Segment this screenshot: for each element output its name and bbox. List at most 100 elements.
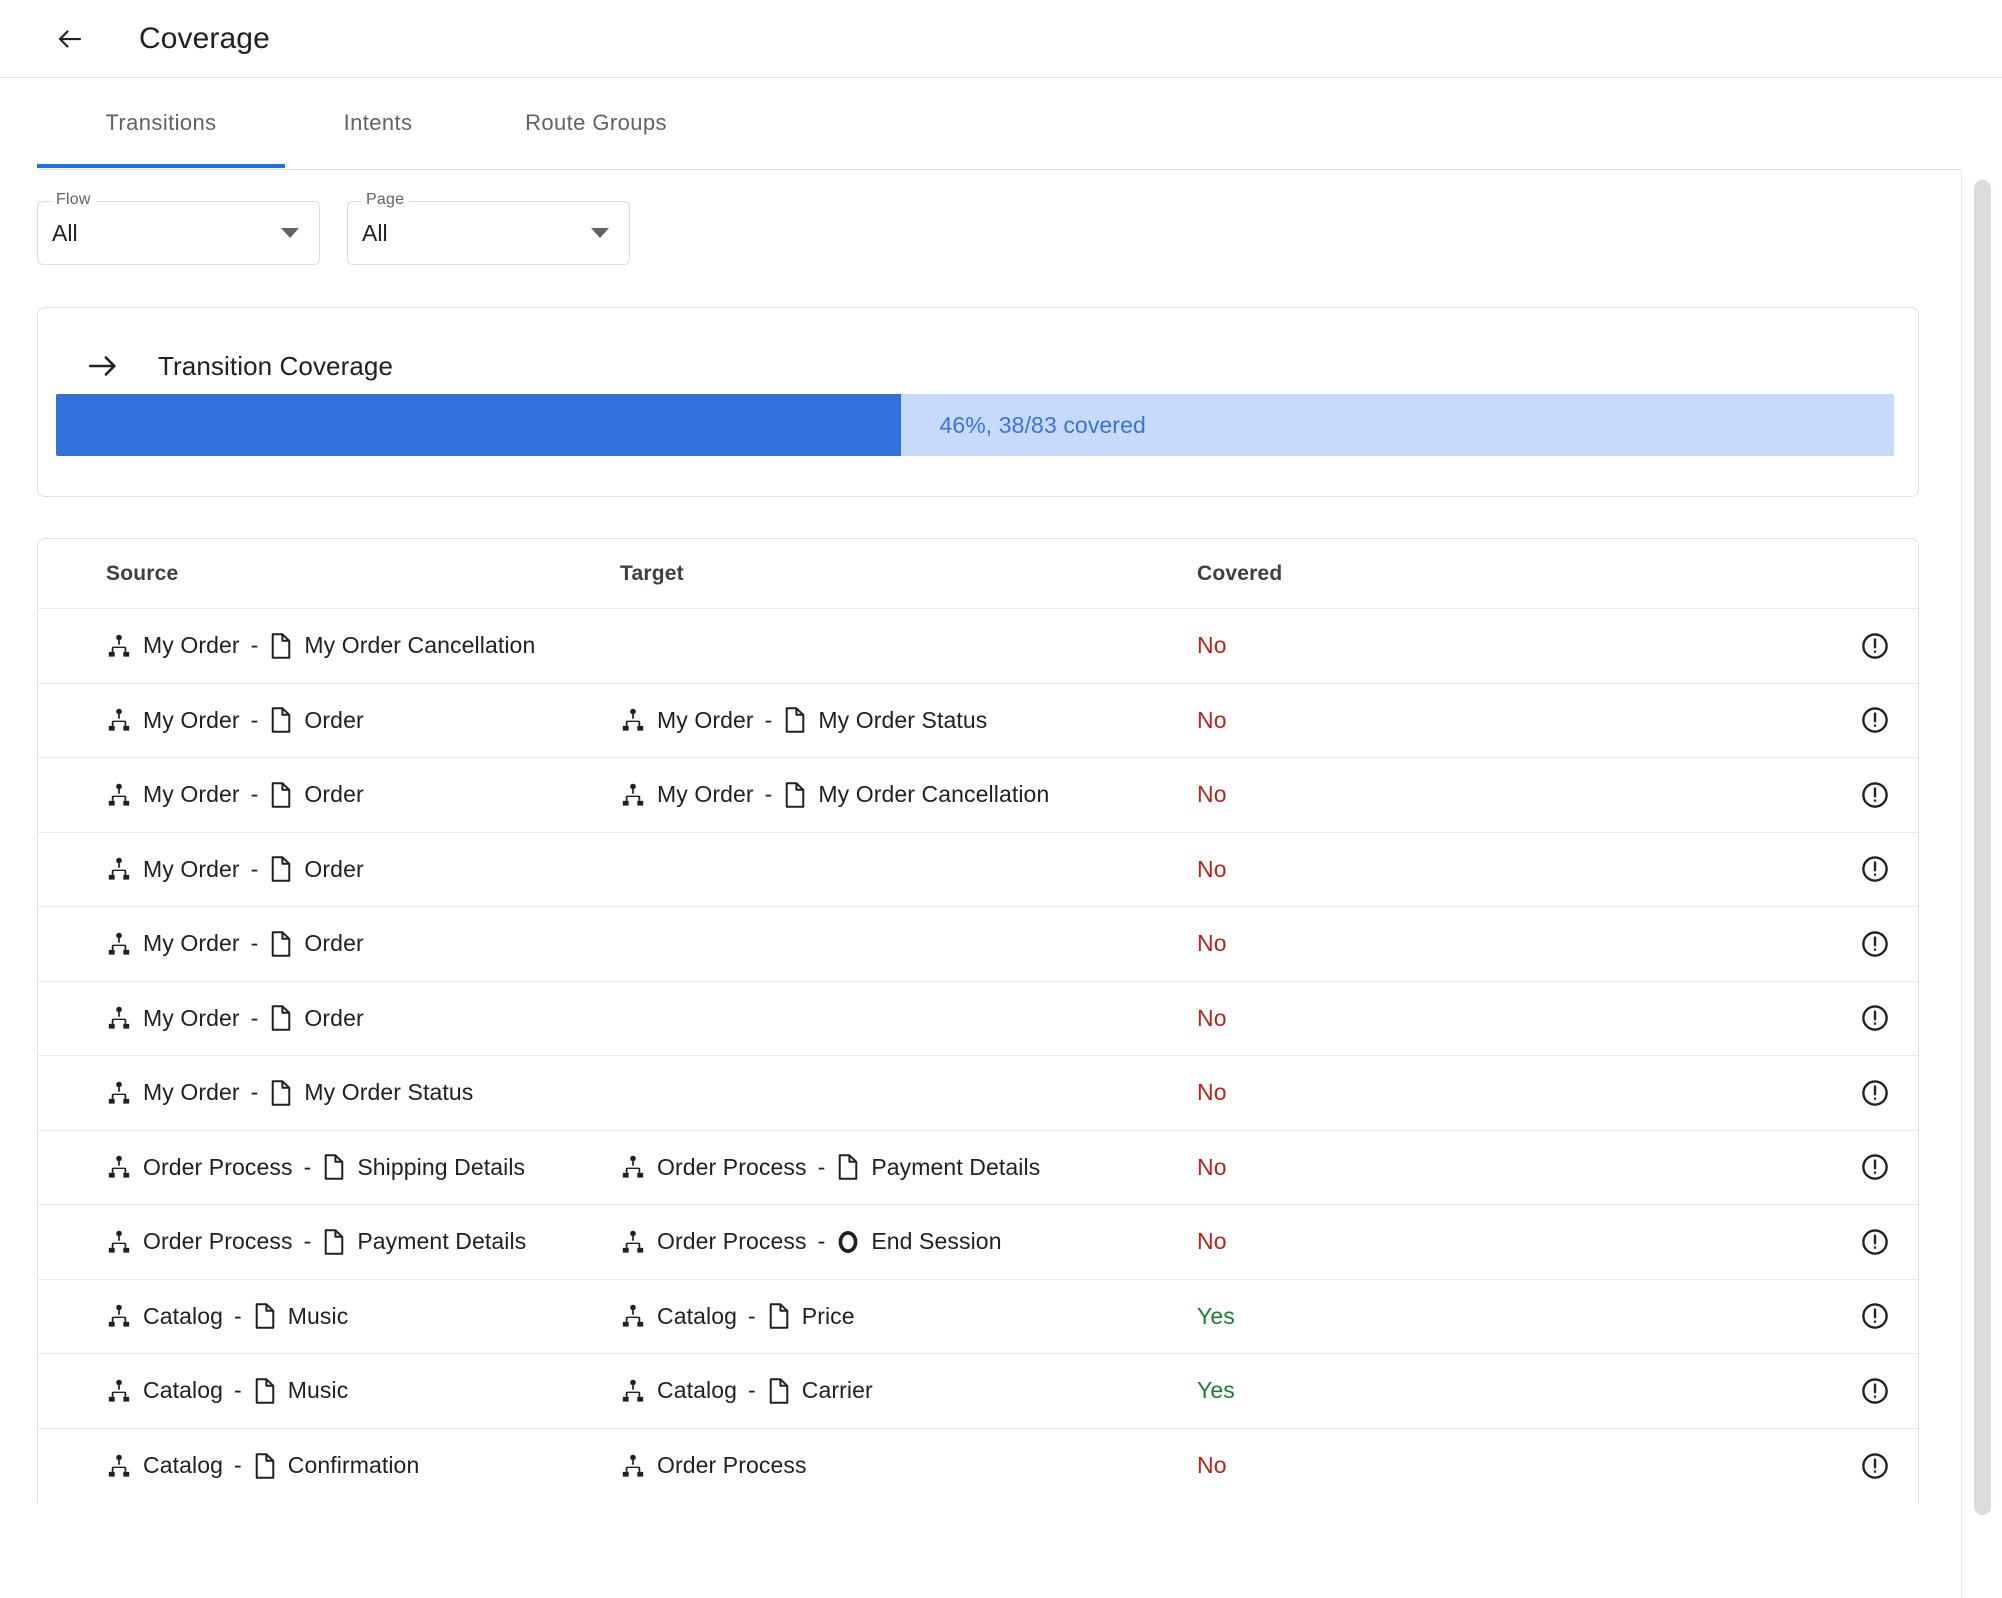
back-button[interactable] — [48, 17, 92, 61]
page-icon — [253, 1303, 277, 1329]
table-row[interactable]: My Order - Order No — [38, 982, 1918, 1056]
source-cell: My Order - Order — [68, 856, 616, 883]
source-separator: - — [250, 855, 259, 882]
source-separator: - — [250, 781, 259, 808]
error-circle-icon[interactable] — [1860, 1152, 1890, 1182]
target-cell: Order Process — [616, 1452, 1164, 1479]
target-flow-name: My Order — [657, 706, 754, 733]
row-flag-cell[interactable] — [1464, 780, 1888, 810]
error-circle-icon[interactable] — [1860, 854, 1890, 884]
row-flag-cell[interactable] — [1464, 705, 1888, 735]
row-flag-cell[interactable] — [1464, 854, 1888, 884]
page-icon — [322, 1229, 346, 1255]
source-flow-name: My Order — [143, 1079, 240, 1106]
table-row[interactable]: My Order - Order No — [38, 907, 1918, 982]
source-flow-name: Catalog — [143, 1302, 223, 1329]
row-flag-cell[interactable] — [1464, 1078, 1888, 1108]
error-circle-icon[interactable] — [1860, 1078, 1890, 1108]
row-flag-cell[interactable] — [1464, 631, 1888, 661]
tab-intents[interactable]: Intents — [285, 78, 471, 168]
table-row[interactable]: Catalog - Music Catalog - Price Yes — [38, 1280, 1918, 1354]
covered-status: No — [1197, 1079, 1227, 1106]
source-page-name: Shipping Details — [357, 1153, 526, 1180]
table-row[interactable]: My Order - My Order Status No — [38, 1056, 1918, 1131]
covered-status: Yes — [1197, 1302, 1235, 1329]
covered-status: No — [1197, 1228, 1227, 1255]
source-flow-name: Order Process — [143, 1153, 293, 1180]
table-row[interactable]: Catalog - Confirmation Order Process No — [38, 1429, 1918, 1504]
vertical-scrollbar[interactable] — [1962, 78, 2002, 1598]
error-circle-icon[interactable] — [1860, 705, 1890, 735]
row-flag-cell[interactable] — [1464, 1301, 1888, 1331]
target-flow-name: Order Process — [657, 1153, 807, 1180]
covered-status: No — [1197, 930, 1227, 957]
source-separator: - — [250, 1079, 259, 1106]
account-tree-icon — [106, 1154, 132, 1180]
row-flag-cell[interactable] — [1464, 1376, 1888, 1406]
account-tree-icon — [620, 1229, 646, 1255]
page-icon — [767, 1303, 791, 1329]
page-icon — [253, 1453, 277, 1479]
row-flag-cell[interactable] — [1464, 1451, 1888, 1481]
target-flow-name: Catalog — [657, 1377, 737, 1404]
target-cell: Order Process - End Session — [616, 1228, 1164, 1255]
account-tree-icon — [106, 1080, 132, 1106]
tab-route-groups-label: Route Groups — [525, 110, 667, 135]
source-separator: - — [250, 930, 259, 957]
source-cell: My Order - Order — [68, 781, 616, 808]
page-select[interactable]: Page All — [347, 191, 630, 265]
source-flow-name: My Order — [143, 855, 240, 882]
target-separator: - — [747, 1377, 756, 1404]
row-flag-cell[interactable] — [1464, 1003, 1888, 1033]
table-row[interactable]: Catalog - Music Catalog - Carrier Yes — [38, 1354, 1918, 1429]
page-icon — [269, 1005, 293, 1031]
source-cell: Catalog - Music — [68, 1303, 616, 1330]
tab-route-groups[interactable]: Route Groups — [471, 78, 721, 168]
flow-select[interactable]: Flow All — [37, 191, 320, 265]
source-page-name: Confirmation — [287, 1452, 420, 1479]
target-separator: - — [817, 1153, 826, 1180]
target-separator: - — [764, 781, 773, 808]
tab-transitions[interactable]: Transitions — [37, 78, 285, 168]
error-circle-icon[interactable] — [1860, 1376, 1890, 1406]
account-tree-icon — [106, 782, 132, 808]
table-row[interactable]: My Order - My Order Cancellation No — [38, 609, 1918, 684]
account-tree-icon — [620, 1453, 646, 1479]
target-page-name: Carrier — [801, 1377, 873, 1404]
row-flag-cell[interactable] — [1464, 1227, 1888, 1257]
target-page-name: My Order Status — [818, 706, 988, 733]
source-flow-name: My Order — [143, 706, 240, 733]
error-circle-icon[interactable] — [1860, 780, 1890, 810]
row-flag-cell[interactable] — [1464, 929, 1888, 959]
table-row[interactable]: My Order - Order My Order - My Order Status No — [38, 684, 1918, 758]
account-tree-icon — [106, 1453, 132, 1479]
account-tree-icon — [106, 633, 132, 659]
row-flag-cell[interactable] — [1464, 1152, 1888, 1182]
page-icon — [269, 633, 293, 659]
error-circle-icon[interactable] — [1860, 1301, 1890, 1331]
error-circle-icon[interactable] — [1860, 929, 1890, 959]
source-page-name: Music — [287, 1377, 349, 1404]
error-circle-icon[interactable] — [1860, 1451, 1890, 1481]
tab-bar: Transitions Intents Route Groups — [0, 78, 2002, 170]
table-row[interactable]: My Order - Order My Order - My Order Cancella… — [38, 758, 1918, 833]
target-separator: - — [817, 1228, 826, 1255]
source-separator: - — [233, 1377, 242, 1404]
table-row[interactable]: Order Process - Shipping Details Order Proc… — [38, 1131, 1918, 1205]
transition-coverage-title: Transition Coverage — [158, 350, 394, 381]
table-row[interactable]: Order Process - Payment Details Order Proce… — [38, 1205, 1918, 1280]
source-cell: Order Process - Shipping Details — [68, 1154, 616, 1181]
target-page-name: Price — [801, 1302, 855, 1329]
target-cell: My Order - My Order Cancellation — [616, 781, 1164, 808]
source-page-name: Order — [304, 1004, 364, 1031]
error-circle-icon[interactable] — [1860, 1003, 1890, 1033]
error-circle-icon[interactable] — [1860, 1227, 1890, 1257]
table-row[interactable]: My Order - Order No — [38, 833, 1918, 907]
table-body: My Order - My Order Cancellation No My Order… — [38, 609, 1918, 1503]
source-flow-name: My Order — [143, 781, 240, 808]
covered-status: No — [1197, 855, 1227, 882]
error-circle-icon[interactable] — [1860, 631, 1890, 661]
scrollbar-thumb[interactable] — [1974, 180, 1991, 1515]
account-tree-icon — [620, 1303, 646, 1329]
source-page-name: Order — [304, 855, 364, 882]
